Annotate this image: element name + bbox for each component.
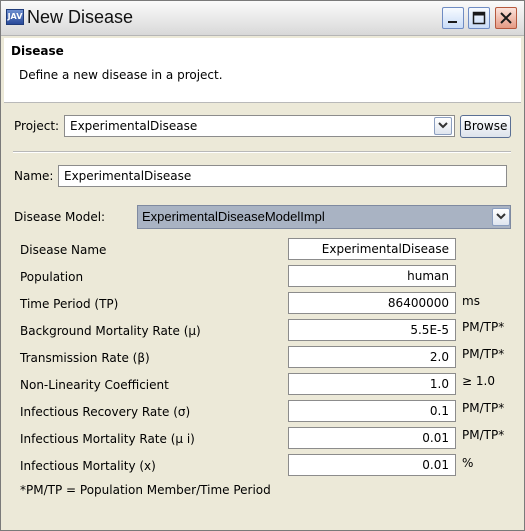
project-dropdown-button[interactable] [434,117,452,135]
param-unit-background-mortality: PM/TP* [462,320,505,334]
name-field[interactable]: ExperimentalDisease [58,165,507,187]
project-value: ExperimentalDisease [70,119,198,133]
chevron-down-icon [496,213,506,220]
minimize-icon [448,21,457,23]
name-label: Name: [14,169,54,183]
param-label-background-mortality: Background Mortality Rate (μ) [20,324,201,338]
window-title: New Disease [27,7,134,27]
maximize-button[interactable] [468,7,490,29]
disease-model-combo[interactable]: ExperimentalDiseaseModelImpl [137,205,511,229]
param-field-population[interactable]: human [288,265,456,287]
new-disease-window: JAV New Disease Disease Define a new dis… [0,0,525,531]
app-icon: JAV [6,9,24,25]
param-field-recovery-rate[interactable]: 0.1 [288,400,456,422]
page-description: Define a new disease in a project. [19,68,223,82]
project-combo[interactable]: ExperimentalDisease [64,115,455,137]
footnote: *PM/TP = Population Member/Time Period [20,483,271,497]
title-bar[interactable]: JAV New Disease [1,1,524,36]
project-label: Project: [14,119,60,133]
param-unit-infectious-mortality-rate: PM/TP* [462,428,505,442]
param-unit-infectious-mortality: % [462,456,474,470]
header-panel: Disease Define a new disease in a projec… [4,38,521,103]
param-label-recovery-rate: Infectious Recovery Rate (σ) [20,405,191,419]
param-field-disease-name[interactable]: ExperimentalDisease [288,238,456,260]
param-unit-non-linearity: ≥ 1.0 [462,374,495,388]
param-unit-transmission-rate: PM/TP* [462,347,505,361]
param-field-non-linearity[interactable]: 1.0 [288,373,456,395]
param-label-infectious-mortality: Infectious Mortality (x) [20,459,156,473]
param-label-transmission-rate: Transmission Rate (β) [20,351,150,365]
close-icon [500,12,512,24]
param-field-infectious-mortality[interactable]: 0.01 [288,454,456,476]
param-label-time-period: Time Period (TP) [20,297,119,311]
param-field-infectious-mortality-rate[interactable]: 0.01 [288,427,456,449]
param-field-background-mortality[interactable]: 5.5E-5 [288,319,456,341]
param-label-disease-name: Disease Name [20,243,107,257]
param-unit-recovery-rate: PM/TP* [462,401,505,415]
param-label-population: Population [20,270,84,284]
minimize-button[interactable] [442,7,464,29]
page-title: Disease [11,44,64,58]
param-field-transmission-rate[interactable]: 2.0 [288,346,456,368]
close-button[interactable] [495,7,517,29]
param-label-non-linearity: Non-Linearity Coefficient [20,378,169,392]
browse-button[interactable]: Browse [460,115,511,138]
disease-model-label: Disease Model: [14,210,106,224]
separator [13,151,511,153]
disease-model-value: ExperimentalDiseaseModelImpl [142,209,325,224]
chevron-down-icon [438,122,448,129]
maximize-icon [472,11,486,25]
param-unit-time-period: ms [462,294,480,308]
disease-model-dropdown-button[interactable] [492,208,510,226]
param-field-time-period[interactable]: 86400000 [288,292,456,314]
param-label-infectious-mortality-rate: Infectious Mortality Rate (μ i) [20,432,195,446]
